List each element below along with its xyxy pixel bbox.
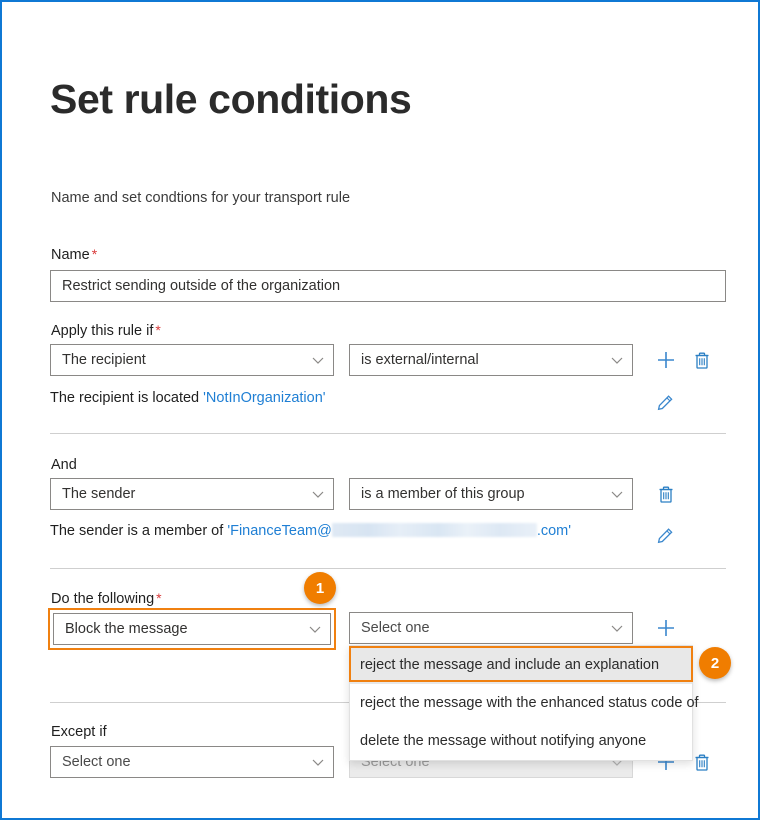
and-section-label: And xyxy=(51,457,77,473)
section-divider xyxy=(50,568,726,569)
delete-condition-button[interactable] xyxy=(689,347,715,373)
required-indicator: * xyxy=(92,246,97,262)
apply-rule-label: Apply this rule if* xyxy=(51,322,161,339)
redacted-domain xyxy=(332,523,537,537)
name-field-label-text: Name xyxy=(51,247,90,263)
and-summary-link-start[interactable]: 'FinanceTeam@ xyxy=(227,523,332,539)
do-following-value-placeholder: Select one xyxy=(361,620,604,636)
dropdown-option-0[interactable]: reject the message and include an explan… xyxy=(350,646,692,684)
and-summary: The sender is a member of 'FinanceTeam@.… xyxy=(50,523,571,539)
page-subtitle: Name and set condtions for your transpor… xyxy=(51,190,350,206)
edit-apply-rule-button[interactable] xyxy=(652,390,678,416)
do-following-label-text: Do the following xyxy=(51,591,154,607)
and-subject-value: The sender xyxy=(62,486,305,502)
required-indicator: * xyxy=(155,322,160,338)
and-subject-select[interactable]: The sender xyxy=(50,478,334,510)
chevron-down-icon xyxy=(308,622,322,636)
callout-badge-1: 1 xyxy=(304,572,336,604)
chevron-down-icon xyxy=(311,353,325,367)
except-if-label: Except if xyxy=(51,724,107,740)
chevron-down-icon xyxy=(311,487,325,501)
do-following-action-select[interactable]: Block the message xyxy=(53,613,331,645)
and-summary-prefix: The sender is a member of xyxy=(50,523,227,539)
except-if-subject-placeholder: Select one xyxy=(62,754,305,770)
apply-rule-summary-link[interactable]: 'NotInOrganization' xyxy=(203,390,325,406)
add-condition-button[interactable] xyxy=(653,347,679,373)
do-following-action-value: Block the message xyxy=(65,621,302,637)
chevron-down-icon xyxy=(610,487,624,501)
name-field-label: Name* xyxy=(51,246,97,263)
apply-rule-predicate-value: is external/internal xyxy=(361,352,604,368)
do-following-label: Do the following* xyxy=(51,590,162,607)
delete-and-condition-button[interactable] xyxy=(653,481,679,507)
do-following-options-dropdown[interactable]: reject the message and include an explan… xyxy=(349,645,693,761)
required-indicator: * xyxy=(156,590,161,606)
apply-rule-summary-prefix: The recipient is located xyxy=(50,390,203,406)
rule-conditions-page: Set rule conditions Name and set condtio… xyxy=(0,0,760,820)
apply-rule-predicate-select[interactable]: is external/internal xyxy=(349,344,633,376)
callout-badge-2: 2 xyxy=(699,647,731,679)
dropdown-option-1[interactable]: reject the message with the enhanced sta… xyxy=(350,684,692,722)
apply-rule-subject-value: The recipient xyxy=(62,352,305,368)
apply-rule-summary: The recipient is located 'NotInOrganizat… xyxy=(50,390,326,406)
and-summary-link-end[interactable]: .com' xyxy=(537,523,571,539)
dropdown-option-2[interactable]: delete the message without notifying any… xyxy=(350,722,692,760)
page-title: Set rule conditions xyxy=(50,74,411,124)
add-action-button[interactable] xyxy=(653,615,679,641)
except-if-subject-select[interactable]: Select one xyxy=(50,746,334,778)
edit-and-condition-button[interactable] xyxy=(652,523,678,549)
and-predicate-value: is a member of this group xyxy=(361,486,604,502)
do-following-value-select[interactable]: Select one xyxy=(349,612,633,644)
chevron-down-icon xyxy=(610,621,624,635)
section-divider xyxy=(50,433,726,434)
name-input[interactable] xyxy=(50,270,726,302)
chevron-down-icon xyxy=(311,755,325,769)
chevron-down-icon xyxy=(610,353,624,367)
apply-rule-label-text: Apply this rule if xyxy=(51,323,153,339)
apply-rule-subject-select[interactable]: The recipient xyxy=(50,344,334,376)
and-predicate-select[interactable]: is a member of this group xyxy=(349,478,633,510)
